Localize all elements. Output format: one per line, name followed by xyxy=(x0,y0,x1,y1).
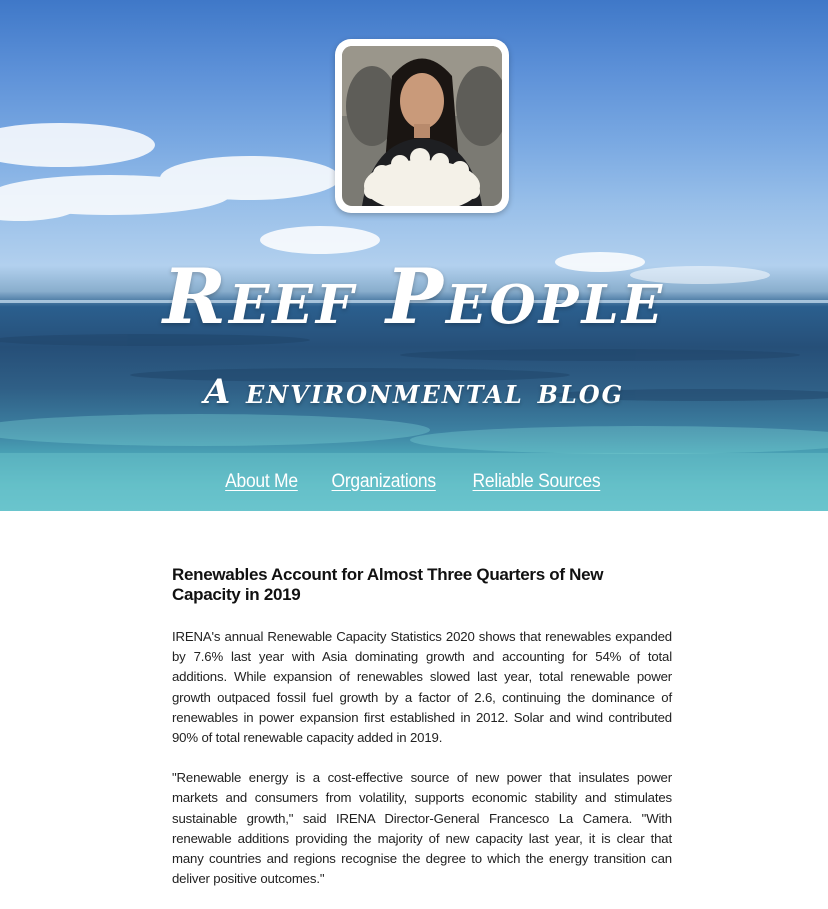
post-paragraph: IRENA's annual Renewable Capacity Statis… xyxy=(172,629,672,746)
blog-title: Reef People xyxy=(162,252,666,341)
nav-link-organizations[interactable]: Organizations xyxy=(332,471,437,493)
blog-post: Renewables Account for Almost Three Quar… xyxy=(172,565,672,909)
profile-photo xyxy=(342,46,502,206)
post-paragraph: "Renewable energy is a cost-effective so… xyxy=(172,770,672,887)
avatar xyxy=(335,39,509,213)
main-nav: About Me Organizations Reliable Sources xyxy=(0,453,828,511)
blog-subtitle: A environmental blog xyxy=(203,372,625,412)
nav-link-about-me[interactable]: About Me xyxy=(226,471,299,493)
nav-link-reliable-sources[interactable]: Reliable Sources xyxy=(472,471,600,493)
hero-banner: Reef People A environmental blog About M… xyxy=(0,0,828,511)
post-title: Renewables Account for Almost Three Quar… xyxy=(172,565,604,604)
